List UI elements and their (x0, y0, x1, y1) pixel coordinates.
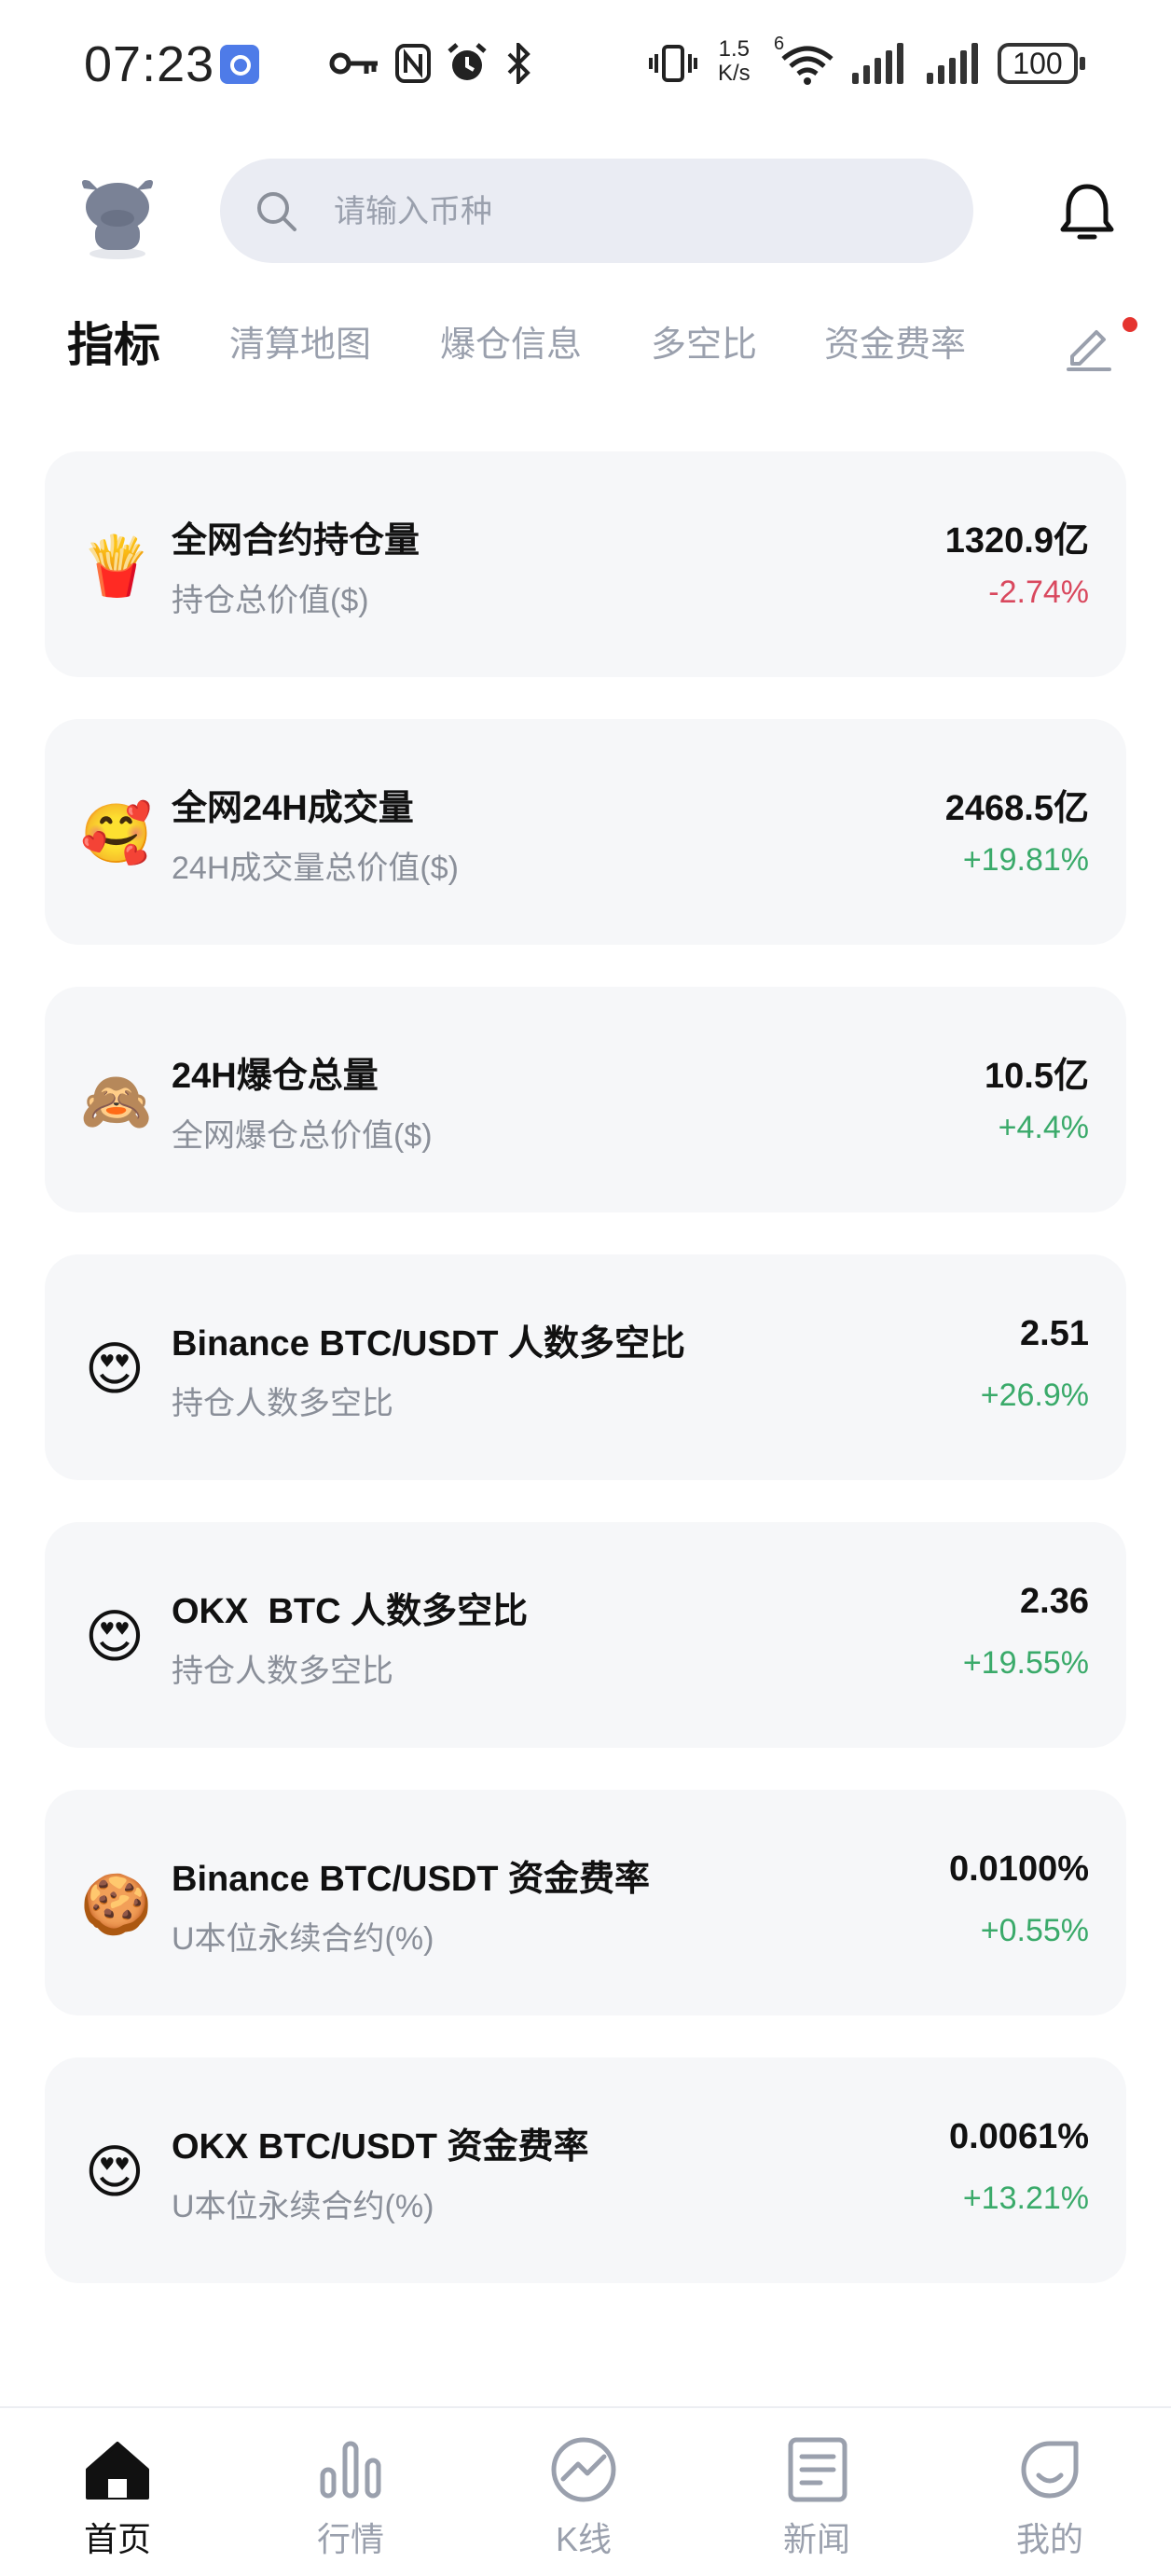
alarm-icon (444, 37, 490, 90)
nav-label: 我的 (1015, 2520, 1083, 2558)
net-speed-value: 1.5 (718, 36, 751, 62)
metric-card[interactable]: 🥰 全网24H成交量 24H成交量总价值($) 2468.5亿 +19.81% (45, 719, 1126, 945)
card-value: 2.36 (1020, 1582, 1089, 1621)
heart-eyes-icon: 😍 (84, 1602, 145, 1670)
metric-card[interactable]: 😍 OKX BTC/USDT 资金费率 U本位永续合约(%) 0.0061% +… (45, 2057, 1126, 2283)
tab-long-short-ratio[interactable]: 多空比 (651, 308, 757, 382)
card-title: Binance BTC/USDT 资金费率 (172, 1860, 651, 1899)
trend-circle-icon (551, 2437, 616, 2502)
card-title: OKX BTC/USDT 资金费率 (172, 2127, 589, 2167)
card-subtitle: 持仓总价值($) (172, 583, 369, 618)
card-subtitle: 持仓人数多空比 (172, 1654, 393, 1689)
key-icon (328, 37, 380, 90)
card-title: 全网合约持仓量 (172, 521, 420, 561)
card-value: 2468.5亿 (944, 789, 1089, 828)
status-time: 07:23 (84, 36, 215, 92)
nav-label: K线 (555, 2520, 612, 2558)
nav-news[interactable]: 新闻 (733, 2408, 901, 2576)
heart-eyes-icon: 😍 (84, 2138, 145, 2206)
tab-funding-rate[interactable]: 资金费率 (824, 308, 966, 382)
card-subtitle: 持仓人数多空比 (172, 1386, 393, 1421)
card-title: 24H爆仓总量 (172, 1057, 379, 1096)
metric-card[interactable]: 😍 Binance BTC/USDT 人数多空比 持仓人数多空比 2.51 +2… (45, 1254, 1126, 1480)
wifi-icon: 6 (774, 34, 835, 90)
tab-liquidation-map[interactable]: 清算地图 (229, 308, 371, 382)
net-speed-unit: K/s (718, 61, 751, 86)
card-value: 10.5亿 (985, 1057, 1089, 1096)
bluetooth-icon (500, 37, 537, 90)
metric-card[interactable]: 🍟 全网合约持仓量 持仓总价值($) 1320.9亿 -2.74% (45, 451, 1126, 677)
card-value: 2.51 (1020, 1314, 1089, 1353)
home-icon (86, 2442, 149, 2500)
smiling-hearts-icon: 🥰 (80, 799, 153, 867)
status-bar: 07:23 1.5 K/s 6 100 (0, 0, 1171, 131)
tab-liquidation-info[interactable]: 爆仓信息 (440, 308, 582, 382)
card-change: +0.55% (980, 1913, 1089, 1948)
card-subtitle: 全网爆仓总价值($) (172, 1118, 433, 1154)
search-icon (257, 192, 296, 231)
card-title: OKX BTC 人数多空比 (172, 1592, 529, 1631)
network-speed: 1.5 K/s (718, 37, 751, 86)
nfc-icon (392, 37, 434, 90)
card-title: Binance BTC/USDT 人数多空比 (172, 1324, 686, 1364)
nav-home[interactable]: 首页 (34, 2408, 201, 2576)
bottom-nav: 首页 行情 K线 新闻 我的 (0, 2406, 1171, 2576)
card-title: 全网24H成交量 (172, 789, 414, 828)
fries-icon: 🍟 (80, 532, 153, 600)
profile-icon (1021, 2441, 1079, 2499)
card-subtitle: U本位永续合约(%) (172, 2189, 434, 2224)
app-notification-icon (220, 45, 259, 84)
card-value: 1320.9亿 (944, 521, 1089, 561)
card-value: 0.0100% (948, 1849, 1089, 1889)
cookie-icon: 🍪 (80, 1870, 153, 1938)
metric-card[interactable]: 😍 OKX BTC 人数多空比 持仓人数多空比 2.36 +19.55% (45, 1522, 1126, 1748)
card-change: +19.55% (962, 1645, 1089, 1681)
avatar-cow-icon[interactable] (71, 168, 164, 261)
bar-chart-icon (320, 2441, 381, 2499)
card-subtitle: 24H成交量总价值($) (172, 851, 459, 886)
bell-icon[interactable] (1054, 179, 1121, 246)
metric-card[interactable]: 🍪 Binance BTC/USDT 资金费率 U本位永续合约(%) 0.010… (45, 1790, 1126, 2015)
card-change: -2.74% (988, 575, 1089, 610)
nav-market[interactable]: 行情 (267, 2408, 434, 2576)
card-subtitle: U本位永续合约(%) (172, 1921, 434, 1957)
card-change: +26.9% (980, 1378, 1089, 1413)
card-change: +13.21% (962, 2181, 1089, 2216)
nav-label: 首页 (83, 2520, 151, 2558)
tab-indicators[interactable]: 指标 (67, 308, 160, 382)
category-tabs: 指标 清算地图 爆仓信息 多空比 资金费率 (0, 308, 1171, 382)
edit-icon[interactable] (1059, 315, 1119, 375)
battery-indicator: 100 (998, 43, 1085, 84)
see-no-evil-monkey-icon: 🙈 (80, 1067, 153, 1135)
signal-icon (927, 41, 978, 84)
nav-label: 行情 (316, 2520, 384, 2558)
signal-icon (852, 41, 903, 84)
metric-card[interactable]: 🙈 24H爆仓总量 全网爆仓总价值($) 10.5亿 +4.4% (45, 987, 1126, 1212)
nav-kline[interactable]: K线 (500, 2408, 668, 2576)
card-change: +4.4% (998, 1110, 1089, 1145)
heart-eyes-icon: 😍 (84, 1335, 145, 1403)
nav-label: 新闻 (782, 2520, 850, 2558)
news-icon (788, 2437, 847, 2502)
card-value: 0.0061% (948, 2117, 1089, 2156)
search-bar[interactable] (220, 159, 973, 265)
vibrate-icon (647, 37, 699, 90)
search-input[interactable] (332, 159, 932, 265)
card-change: +19.81% (962, 842, 1089, 878)
nav-profile[interactable]: 我的 (966, 2408, 1134, 2576)
notification-dot (1123, 317, 1137, 332)
wifi-label: 6 (774, 34, 785, 54)
